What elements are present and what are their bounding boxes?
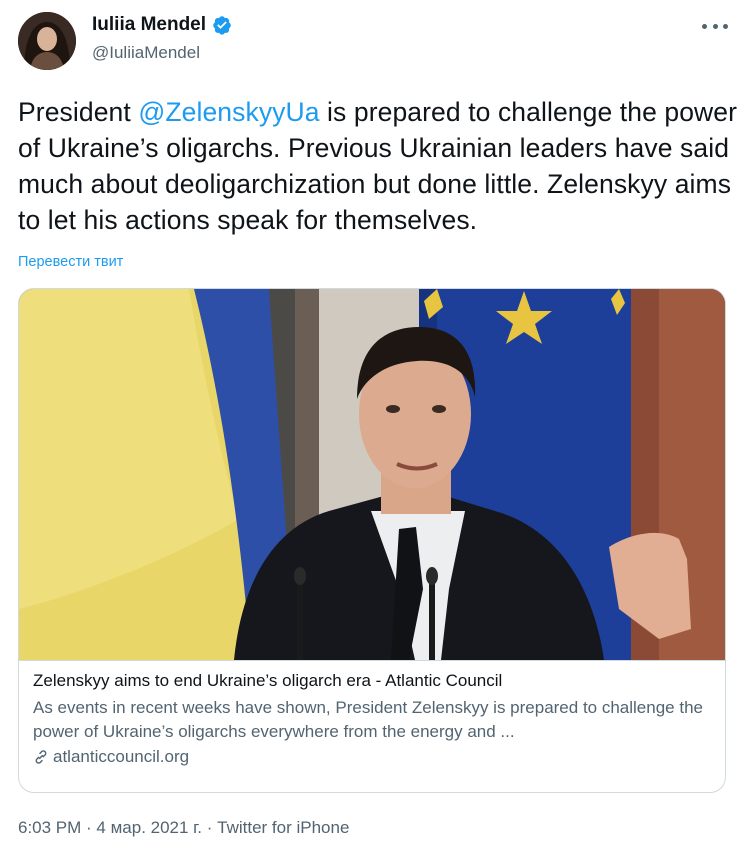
tweet-text-prefix: President <box>18 97 139 127</box>
link-icon <box>33 749 49 765</box>
avatar[interactable] <box>18 12 76 70</box>
card-meta[interactable]: Zelenskyy aims to end Ukraine’s oligarch… <box>19 660 725 792</box>
tweet-timestamp-source[interactable]: 6:03 PM · 4 мар. 2021 г. · Twitter for i… <box>18 818 349 838</box>
card-domain-row[interactable]: atlanticcouncil.org <box>33 747 189 767</box>
more-options-icon[interactable] <box>702 16 728 36</box>
author-name-row[interactable]: Iuliia Mendel <box>92 14 232 36</box>
mention-link[interactable]: @ZelenskyyUa <box>138 97 319 127</box>
tweet-text: President @ZelenskyyUa is prepared to ch… <box>18 94 738 238</box>
tweet: Iuliia Mendel @IuliiaMendel President @Z… <box>0 0 750 846</box>
card-domain: atlanticcouncil.org <box>53 747 190 766</box>
card-description: As events in recent weeks have shown, Pr… <box>33 698 703 741</box>
link-card[interactable]: Zelenskyy aims to end Ukraine’s oligarch… <box>18 288 726 793</box>
more-dot <box>702 23 707 29</box>
card-title[interactable]: Zelenskyy aims to end Ukraine’s oligarch… <box>33 671 502 691</box>
translate-tweet-link[interactable]: Перевести твит <box>18 254 123 270</box>
display-name[interactable]: Iuliia Mendel <box>92 14 206 36</box>
more-dot <box>723 23 728 29</box>
more-dot <box>712 23 718 29</box>
verified-badge-icon <box>212 15 232 35</box>
card-image[interactable] <box>19 289 725 660</box>
handle[interactable]: @IuliiaMendel <box>92 43 200 63</box>
